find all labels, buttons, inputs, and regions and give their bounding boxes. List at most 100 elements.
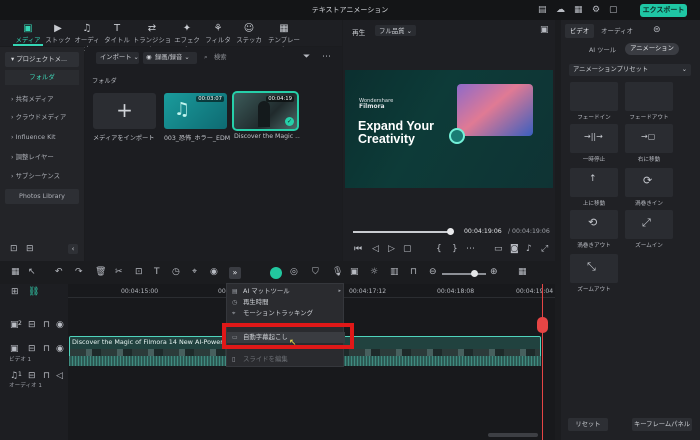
import-dropdown[interactable]: インポート ⌄	[96, 52, 139, 64]
folder-icon[interactable]: ⊟	[28, 345, 36, 354]
crop-icon[interactable]: ⊡	[135, 268, 143, 277]
magnet-icon[interactable]: ⊓	[410, 268, 417, 277]
cut-icon[interactable]: ✂	[115, 268, 123, 277]
color-icon[interactable]: ⊜	[653, 26, 661, 35]
color-palette-icon[interactable]: ◉	[210, 268, 218, 277]
text-tool-icon[interactable]: T	[154, 268, 160, 277]
zoom-in-timeline-icon[interactable]: ⊕	[490, 268, 498, 277]
keyframe-panel-button[interactable]: キーフレームパネル	[632, 418, 692, 431]
tab-stock[interactable]: ▶ ストック	[43, 23, 73, 44]
new-folder-icon[interactable]: ⊡	[10, 245, 18, 254]
menu-item-edit-slide[interactable]: ▯ スライドを編集	[227, 354, 345, 365]
voiceover-icon[interactable]: ▣	[350, 268, 359, 277]
settings-icon[interactable]: ⚙	[592, 6, 600, 15]
sidebar-item-adjustment[interactable]: › 調整レイヤー	[5, 150, 79, 165]
tab-title[interactable]: T タイトル	[102, 23, 132, 44]
ai-tool-icon[interactable]	[270, 267, 282, 279]
speaker-icon[interactable]: ◁	[56, 372, 63, 381]
preview-video[interactable]: Wondershare Filmora Expand Your Creativi…	[345, 70, 553, 188]
mark-out-icon[interactable]: }	[452, 245, 458, 254]
volume-icon[interactable]: ♪	[526, 245, 532, 254]
mic-icon[interactable]: 🎙	[332, 268, 343, 277]
sidebar-item-shared[interactable]: › 共有メディア	[5, 92, 79, 107]
anim-zoom-out-tile[interactable]: ⤡	[570, 254, 618, 283]
record-dropdown[interactable]: ◉ 録画/録音 ⌄	[143, 52, 197, 64]
eye-icon[interactable]: ◉	[56, 321, 64, 330]
timeline-grid-icon[interactable]: ▦	[518, 268, 527, 277]
zoom-slider-handle[interactable]	[471, 270, 478, 277]
playhead-handle[interactable]	[537, 317, 548, 333]
sidebar-item-influence[interactable]: › Influence Kit	[5, 130, 79, 145]
horizontal-scrollbar[interactable]	[488, 433, 538, 437]
menu-item-ai-matte[interactable]: ▤ AI マットツール ▸	[227, 286, 345, 297]
playback-progress-bar[interactable]	[353, 231, 450, 233]
sidebar-item-subsequence[interactable]: › サブシーケンス	[5, 169, 79, 184]
shield-icon[interactable]: ⛉	[312, 268, 319, 277]
grid-icon[interactable]: ▦	[11, 268, 20, 277]
record-dot-icon[interactable]: ◎	[290, 268, 298, 277]
playback-scrubber[interactable]	[447, 228, 454, 235]
filter-funnel-icon[interactable]: ⏷	[303, 53, 310, 62]
speed-icon[interactable]: ◷	[172, 268, 180, 277]
animation-preset-dropdown[interactable]: アニメーションプリセット ⌄	[569, 64, 691, 76]
cloud-icon[interactable]: ☁	[556, 6, 565, 15]
anim-move-up-tile[interactable]: ↑	[570, 168, 618, 197]
anim-swirl-in-tile[interactable]: ⟳	[625, 168, 673, 197]
lock-icon[interactable]: ⊓	[43, 321, 50, 330]
snapshot-icon[interactable]: ▣	[540, 26, 549, 35]
tab-video[interactable]: ビデオ	[565, 24, 594, 38]
expand-icon[interactable]: ⤢	[541, 245, 548, 254]
delete-icon[interactable]: 🗑	[95, 268, 106, 277]
video-media-thumbnail[interactable]: 00:04:19 ✓	[232, 91, 299, 131]
play-icon[interactable]: ▷	[388, 245, 395, 254]
anim-zoom-in-tile[interactable]: ⤢	[625, 210, 673, 239]
eye-icon[interactable]: ◉	[56, 345, 64, 354]
export-button[interactable]: エクスポート ⌄	[640, 4, 687, 27]
collapse-sidebar-icon[interactable]: ‹	[68, 244, 78, 254]
monitor-icon[interactable]: ▭	[494, 245, 503, 254]
anim-swirl-out-tile[interactable]: ⟲	[570, 210, 618, 239]
lock-icon[interactable]: ⊓	[43, 345, 50, 354]
folder-icon[interactable]: ⊟	[28, 321, 36, 330]
select-tool-icon[interactable]: ↖	[28, 268, 36, 277]
subtab-animation[interactable]: アニメーション	[625, 43, 679, 55]
layout-icon[interactable]: ▦	[574, 6, 583, 15]
save-icon[interactable]: ▤	[538, 6, 547, 15]
sidebar-item-photos-library[interactable]: Photos Library	[5, 189, 79, 204]
search-input[interactable]: ⌕ 検索	[202, 52, 292, 64]
subtab-ai-tools[interactable]: AI ツール	[589, 45, 616, 54]
reset-button[interactable]: リセット	[568, 418, 608, 431]
step-back-icon[interactable]: ◁	[372, 245, 379, 254]
anim-fade-in-tile[interactable]	[570, 82, 618, 111]
tab-audio-panel[interactable]: オーディオ	[599, 24, 635, 38]
mark-in-icon[interactable]: {	[436, 245, 442, 254]
add-track-icon[interactable]: ⊞	[11, 288, 19, 297]
menu-item-motion-tracking[interactable]: ⌖ モーショントラッキング	[227, 308, 345, 319]
link-icon[interactable]: ⛓	[28, 288, 39, 297]
zoom-out-timeline-icon[interactable]: ⊖	[429, 268, 437, 277]
transform-icon[interactable]: ⌖	[192, 268, 197, 277]
sidebar-item-project[interactable]: ▾ プロジェクトメ...	[5, 52, 79, 67]
zoom-slider[interactable]	[442, 273, 486, 275]
more-tools-icon[interactable]: »	[229, 267, 241, 279]
anim-move-right-tile[interactable]: →▢	[625, 124, 673, 153]
quality-dropdown[interactable]: フル品質 ⌄	[375, 25, 416, 36]
import-media-tile[interactable]: +	[93, 93, 156, 129]
more-options-icon[interactable]: ⋯	[322, 53, 331, 62]
prev-frame-icon[interactable]: ⏮	[354, 245, 362, 254]
stop-icon[interactable]: ▢	[403, 245, 412, 254]
redo-icon[interactable]: ↷	[75, 268, 83, 277]
tab-media[interactable]: ▣ メディア	[13, 23, 43, 44]
camera-icon[interactable]: ◙	[510, 245, 519, 254]
sidebar-item-folder[interactable]: フォルダ	[5, 70, 79, 85]
render-icon[interactable]: ▥	[390, 268, 399, 277]
sidebar-item-cloud[interactable]: › クラウドメディア	[5, 110, 79, 125]
folder-icon[interactable]: ⊟	[28, 372, 36, 381]
undo-icon[interactable]: ↶	[55, 268, 63, 277]
anim-pause-tile[interactable]: →||→	[570, 124, 618, 153]
folder-icon[interactable]: ⊟	[26, 245, 34, 254]
lock-icon[interactable]: ⊓	[43, 372, 50, 381]
audio-media-thumbnail[interactable]: ♫ 00:03:07	[164, 93, 227, 129]
more-icon[interactable]: ⋯	[466, 245, 475, 254]
playhead[interactable]	[542, 284, 543, 440]
